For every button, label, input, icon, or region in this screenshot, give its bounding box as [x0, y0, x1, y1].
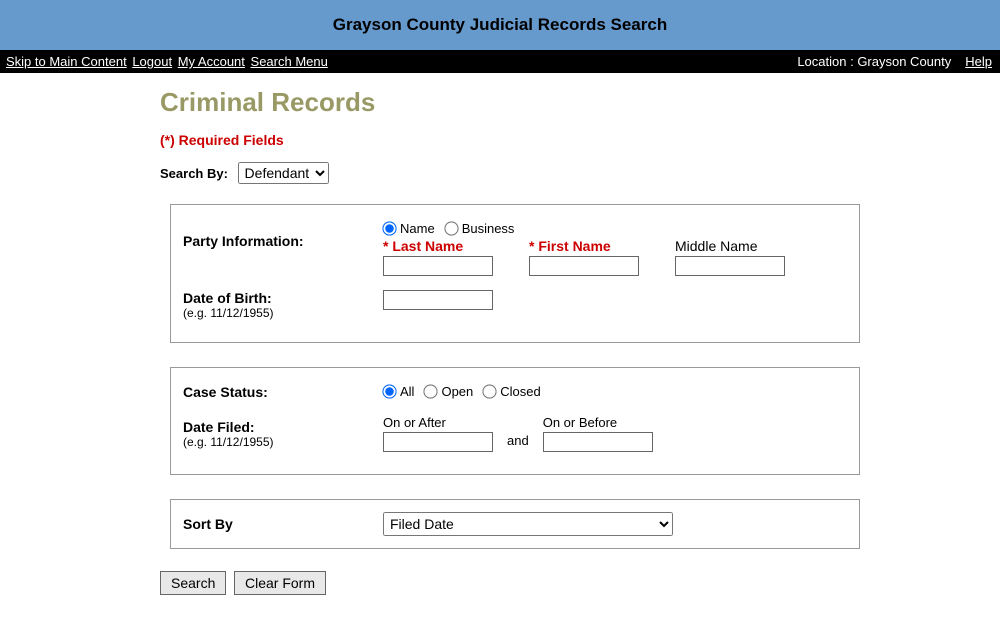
middle-name-input[interactable] [675, 256, 785, 276]
header-bar: Grayson County Judicial Records Search [0, 0, 1000, 50]
radio-name-label: Name [400, 221, 435, 236]
radio-name[interactable] [382, 221, 396, 235]
nav-bar: Skip to Main Content Logout My Account S… [0, 50, 1000, 73]
date-filed-hint: (e.g. 11/12/1955) [183, 435, 383, 449]
party-info-section: Party Information: Name Business Last Na… [170, 204, 860, 343]
on-after-label: On or After [383, 415, 493, 430]
search-button[interactable]: Search [160, 571, 226, 595]
party-type-radios: Name Business [383, 221, 847, 236]
logout-link[interactable]: Logout [132, 54, 172, 69]
nav-right: Location : Grayson County Help [797, 54, 994, 69]
radio-business[interactable] [444, 221, 458, 235]
dob-input[interactable] [383, 290, 493, 310]
main-content: Criminal Records (*) Required Fields Sea… [160, 73, 860, 595]
page-title: Criminal Records [160, 87, 860, 118]
clear-form-button[interactable]: Clear Form [234, 571, 326, 595]
skip-link[interactable]: Skip to Main Content [6, 54, 127, 69]
case-status-label: Case Status: [183, 384, 383, 400]
search-by-row: Search By: Defendant [160, 162, 860, 184]
radio-closed[interactable] [483, 384, 497, 398]
header-title: Grayson County Judicial Records Search [333, 15, 667, 34]
date-after-input[interactable] [383, 432, 493, 452]
case-status-section: Case Status: All Open Closed Date Filed:… [170, 367, 860, 475]
search-by-select[interactable]: Defendant [238, 162, 329, 184]
my-account-link[interactable]: My Account [178, 54, 245, 69]
radio-all[interactable] [382, 384, 396, 398]
radio-closed-label: Closed [500, 384, 540, 399]
sort-by-label: Sort By [183, 516, 383, 532]
sort-by-select[interactable]: Filed Date [383, 512, 673, 536]
radio-open-label: Open [441, 384, 473, 399]
middle-name-label: Middle Name [675, 238, 785, 254]
and-text: and [507, 433, 529, 452]
date-before-input[interactable] [543, 432, 653, 452]
date-filed-label: Date Filed: [183, 419, 255, 435]
first-name-input[interactable] [529, 256, 639, 276]
last-name-label: Last Name [383, 238, 493, 254]
dob-label: Date of Birth: [183, 290, 272, 306]
nav-left: Skip to Main Content Logout My Account S… [6, 54, 330, 69]
first-name-label: First Name [529, 238, 639, 254]
location-text: Location : Grayson County [797, 54, 951, 69]
help-link[interactable]: Help [965, 54, 992, 69]
radio-all-label: All [400, 384, 414, 399]
on-before-label: On or Before [543, 415, 653, 430]
search-by-label: Search By: [160, 166, 228, 181]
button-row: Search Clear Form [160, 571, 860, 595]
sort-section: Sort By Filed Date [170, 499, 860, 549]
radio-open[interactable] [424, 384, 438, 398]
dob-hint: (e.g. 11/12/1955) [183, 306, 383, 320]
radio-business-label: Business [462, 221, 515, 236]
required-note: (*) Required Fields [160, 132, 860, 148]
last-name-input[interactable] [383, 256, 493, 276]
case-status-radios: All Open Closed [383, 384, 547, 399]
party-info-label: Party Information: [183, 221, 383, 249]
search-menu-link[interactable]: Search Menu [251, 54, 328, 69]
